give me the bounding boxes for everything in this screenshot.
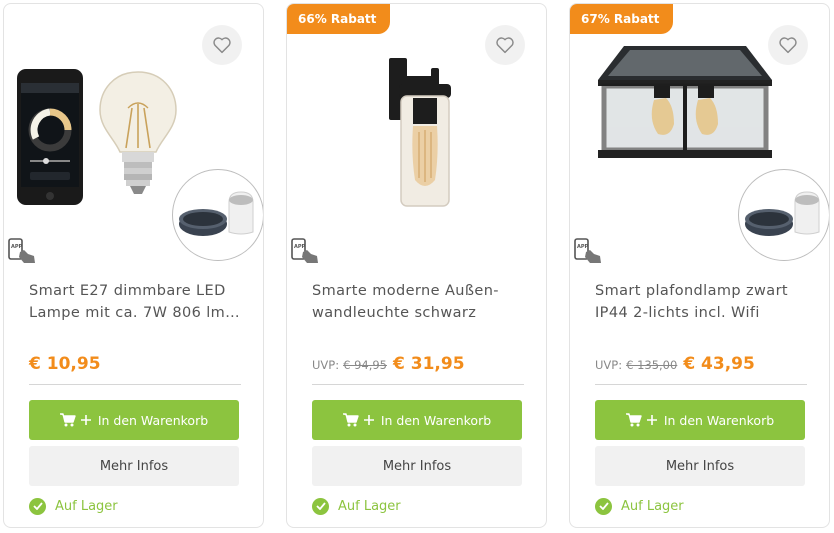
current-price: € 31,95 [393, 354, 465, 374]
stock-status: Auf Lager [312, 496, 401, 516]
wishlist-button[interactable] [202, 25, 242, 65]
price-row: UVP: € 135,00 € 43,95 [595, 354, 807, 380]
plus-icon [363, 415, 374, 425]
heart-icon [496, 37, 514, 54]
product-card: APP Smart E27 dimmbare LED Lampe mit ca.… [3, 3, 264, 528]
wall-lamp-image [389, 58, 451, 207]
more-info-button[interactable]: Mehr Infos [312, 446, 522, 486]
wishlist-button[interactable] [768, 25, 808, 65]
stock-label: Auf Lager [621, 498, 684, 514]
stock-label: Auf Lager [338, 498, 401, 514]
more-info-button[interactable]: Mehr Infos [29, 446, 239, 486]
product-card: 67% Rabatt APP Smart plafondlamp zwart I… [569, 3, 830, 528]
check-icon [595, 497, 612, 515]
current-price: € 43,95 [683, 354, 755, 374]
stock-status: Auf Lager [29, 496, 118, 516]
check-icon [312, 497, 329, 515]
add-to-cart-button[interactable]: In den Warenkorb [29, 400, 239, 440]
add-to-cart-label: In den Warenkorb [380, 412, 492, 428]
product-grid: APP Smart E27 dimmbare LED Lampe mit ca.… [0, 0, 834, 533]
uvp-label: UVP: [312, 358, 340, 372]
cart-icon [59, 413, 76, 427]
uvp-price: € 135,00 [626, 358, 678, 372]
product-title[interactable]: Smart plafondlamp zwart IP44 2-lichts in… [595, 280, 807, 324]
price-row: € 10,95 [29, 354, 241, 380]
plus-icon [80, 415, 91, 425]
bulb-image [99, 71, 177, 194]
heart-icon [213, 37, 231, 54]
wishlist-button[interactable] [485, 25, 525, 65]
plus-icon [646, 415, 657, 425]
add-to-cart-button[interactable]: In den Warenkorb [312, 400, 522, 440]
current-price: € 10,95 [29, 354, 101, 374]
discount-badge: 67% Rabatt [570, 4, 674, 34]
add-to-cart-label: In den Warenkorb [97, 412, 209, 428]
smart-speakers-image [172, 169, 263, 261]
svg-text:APP: APP [577, 244, 589, 250]
uvp-label: UVP: [595, 358, 623, 372]
divider [29, 384, 241, 385]
divider [312, 384, 524, 385]
stock-label: Auf Lager [55, 498, 118, 514]
svg-text:APP: APP [11, 244, 23, 250]
check-icon [29, 497, 46, 515]
product-title[interactable]: Smart E27 dimmbare LED Lampe mit ca. 7W … [29, 280, 241, 324]
app-control-icon: APP [8, 238, 35, 263]
uvp-price: € 94,95 [343, 358, 387, 372]
add-to-cart-label: In den Warenkorb [663, 412, 775, 428]
stock-status: Auf Lager [595, 496, 684, 516]
ceiling-lamp-image [598, 46, 772, 158]
product-title[interactable]: Smarte moderne Außen-wandleuchte schwarz… [312, 280, 524, 324]
svg-text:APP: APP [294, 244, 306, 250]
cart-icon [625, 413, 642, 427]
heart-icon [779, 37, 797, 54]
cart-icon [342, 413, 359, 427]
discount-badge: 66% Rabatt [287, 4, 391, 34]
smart-speakers-image [738, 169, 829, 261]
more-info-button[interactable]: Mehr Infos [595, 446, 805, 486]
add-to-cart-button[interactable]: In den Warenkorb [595, 400, 805, 440]
product-card: 66% Rabatt APP Smarte moderne Außen-wand… [286, 3, 547, 528]
smartphone-image [17, 69, 83, 205]
price-row: UVP: € 94,95 € 31,95 [312, 354, 524, 380]
divider [595, 384, 807, 385]
app-control-icon: APP [291, 238, 318, 263]
app-control-icon: APP [574, 238, 601, 263]
